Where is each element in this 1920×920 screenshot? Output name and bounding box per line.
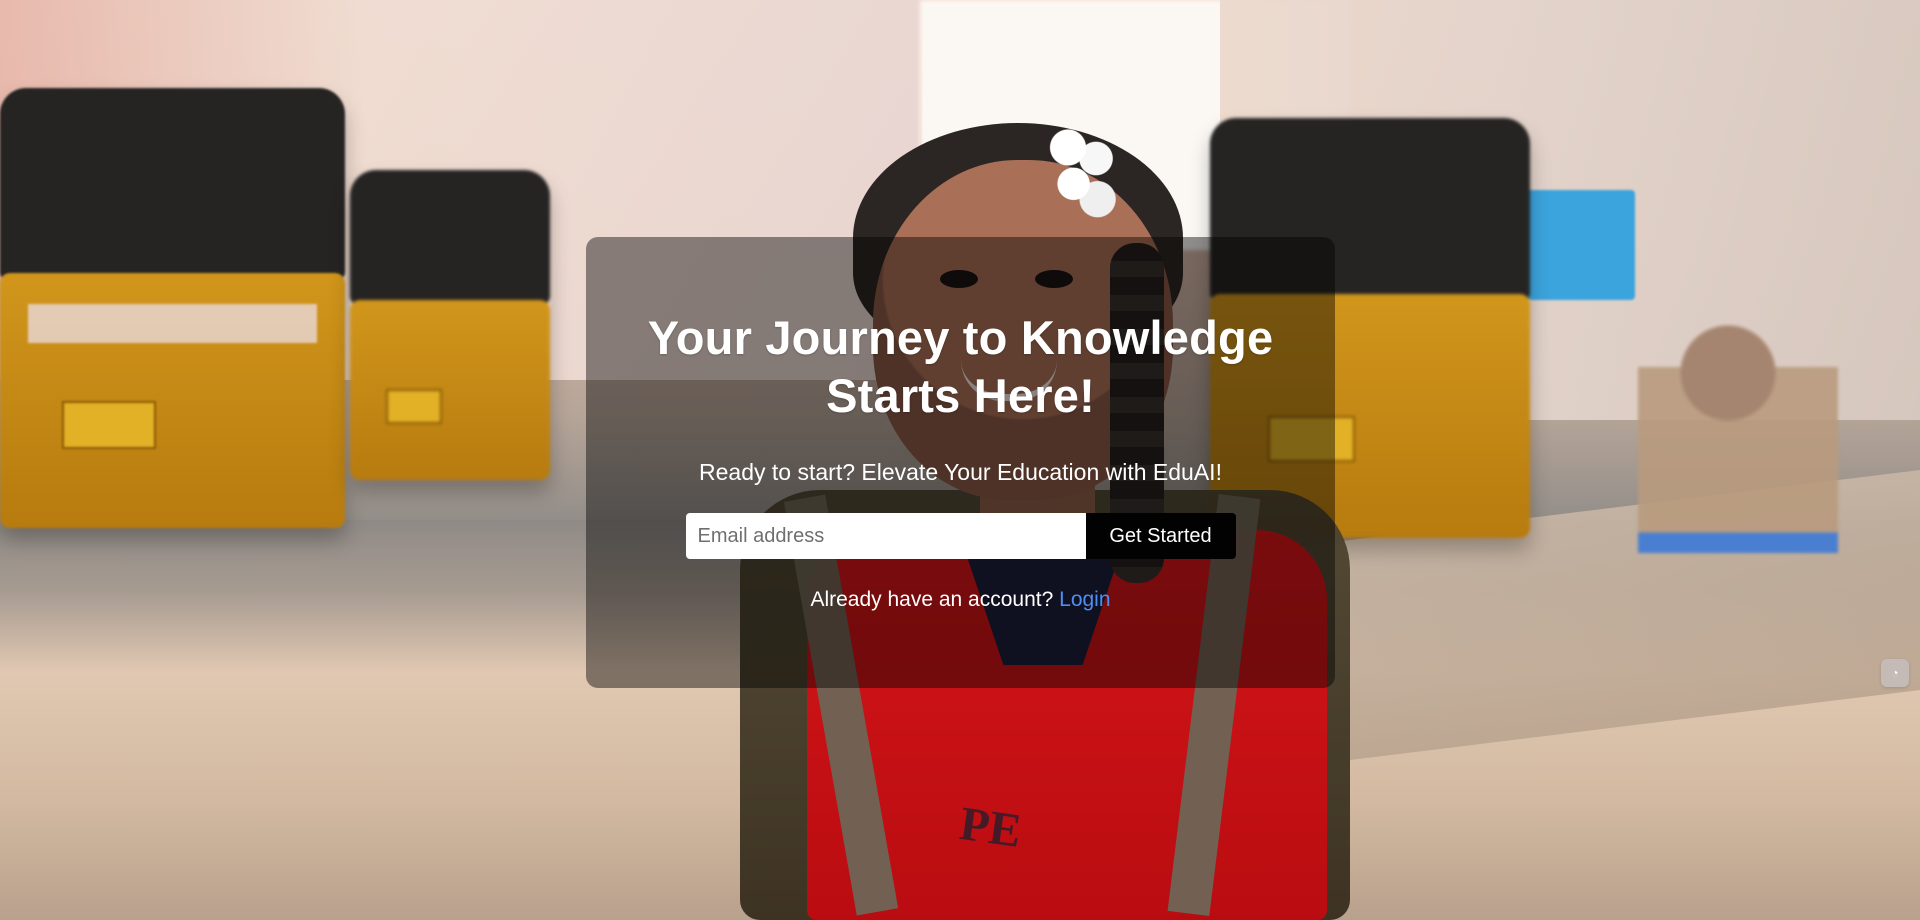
- hair-flower: [1040, 120, 1120, 230]
- background-rickshaw-left: [0, 88, 345, 528]
- rickshaw-plate: [386, 389, 442, 425]
- hero-subheadline: Ready to start? Elevate Your Education w…: [699, 459, 1222, 485]
- signup-card: Your Journey to Knowledge Starts Here! R…: [586, 237, 1335, 688]
- login-prompt-text: Already have an account?: [810, 588, 1054, 611]
- login-prompt-row: Already have an account? Login: [586, 587, 1335, 613]
- background-person-right: [1638, 315, 1838, 605]
- rickshaw-plate: [62, 400, 156, 449]
- hero-section: PE Your Journey to Knowledge Starts Here…: [0, 0, 1920, 920]
- email-input[interactable]: [685, 513, 1086, 559]
- background-rickshaw-middle: [350, 170, 550, 480]
- hero-headline-line-1: Your Journey to Knowledge: [647, 311, 1274, 364]
- login-link[interactable]: Login: [1059, 588, 1110, 611]
- get-started-button[interactable]: Get Started: [1085, 513, 1236, 559]
- rickshaw-roof: [0, 88, 345, 282]
- background-blue-awning: [1515, 190, 1635, 300]
- rickshaw-body: [350, 300, 550, 480]
- hero-headline-line-2: Starts Here!: [826, 369, 1095, 422]
- face-icon[interactable]: ◔: [1881, 659, 1909, 687]
- shirt-logo-mark: PE: [956, 796, 1025, 859]
- hero-headline: Your Journey to Knowledge Starts Here!: [586, 309, 1335, 425]
- rickshaw-roof: [350, 170, 550, 307]
- rickshaw-stripe: [27, 303, 318, 344]
- email-signup-form: Get Started: [586, 513, 1335, 559]
